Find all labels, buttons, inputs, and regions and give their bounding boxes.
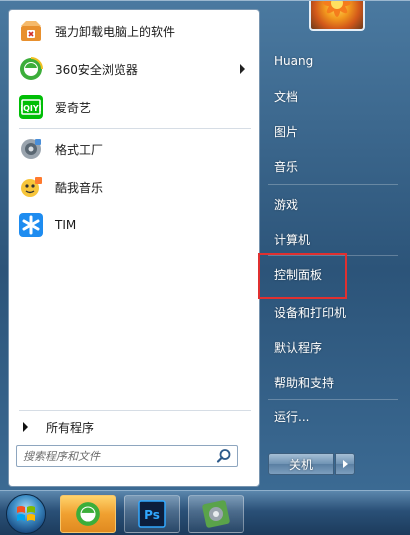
svg-text:iQIYI: iQIYI xyxy=(20,104,41,113)
program-item-uninstaller[interactable]: 强力卸载电脑上的软件 xyxy=(13,14,257,48)
right-item-pictures[interactable]: 图片 xyxy=(274,121,298,141)
arrow-right-icon xyxy=(342,460,348,468)
programs-panel: 强力卸载电脑上的软件 360安全浏览器 iQIYI 爱奇艺 格式工厂 酷我音乐 … xyxy=(8,9,260,487)
right-item-label: 默认程序 xyxy=(274,340,323,355)
program-label: 强力卸载电脑上的软件 xyxy=(55,24,176,39)
360-browser-icon xyxy=(76,502,100,526)
user-name-link[interactable]: Huang xyxy=(274,51,313,71)
separator xyxy=(268,184,398,185)
right-item-label: 帮助和支持 xyxy=(274,375,335,390)
right-item-games[interactable]: 游戏 xyxy=(274,194,298,214)
user-name: Huang xyxy=(274,54,314,68)
format-factory-icon xyxy=(17,135,45,163)
right-item-label: 计算机 xyxy=(274,232,311,247)
photoshop-label: Ps xyxy=(144,508,160,522)
highlight-annotation-box xyxy=(258,253,347,299)
search-icon[interactable] xyxy=(215,447,233,465)
taskbar-button-photoshop[interactable]: Ps xyxy=(124,495,180,533)
search-input[interactable] xyxy=(23,447,215,465)
taskbar: Ps xyxy=(0,490,410,535)
search-box[interactable] xyxy=(16,445,238,467)
start-menu: 强力卸载电脑上的软件 360安全浏览器 iQIYI 爱奇艺 格式工厂 酷我音乐 … xyxy=(0,0,410,490)
shutdown-options-button[interactable] xyxy=(335,453,355,475)
program-item-format-factory[interactable]: 格式工厂 xyxy=(13,132,257,166)
program-item-kuwo-music[interactable]: 酷我音乐 xyxy=(13,170,257,204)
right-item-label: 设备和打印机 xyxy=(274,305,347,320)
separator xyxy=(19,410,251,411)
right-item-run[interactable]: 运行... xyxy=(274,406,309,426)
taskbar-button-format-factory[interactable] xyxy=(188,495,244,533)
all-programs-button[interactable]: 所有程序 xyxy=(15,416,253,438)
right-item-label: 文档 xyxy=(274,89,299,104)
program-label: 酷我音乐 xyxy=(55,180,104,195)
program-label: 360安全浏览器 xyxy=(55,62,138,77)
program-item-360-browser[interactable]: 360安全浏览器 xyxy=(13,52,257,86)
program-label: TIM xyxy=(55,218,77,232)
right-item-music[interactable]: 音乐 xyxy=(274,156,298,176)
right-item-help-support[interactable]: 帮助和支持 xyxy=(274,372,334,392)
photoshop-icon: Ps xyxy=(138,500,166,528)
user-avatar[interactable] xyxy=(309,1,365,31)
program-item-iqiyi[interactable]: iQIYI 爱奇艺 xyxy=(13,90,257,124)
program-label: 爱奇艺 xyxy=(55,100,92,115)
iqiyi-icon: iQIYI xyxy=(17,93,45,121)
program-label: 格式工厂 xyxy=(55,142,104,157)
kuwo-music-icon xyxy=(17,173,45,201)
submenu-arrow-icon xyxy=(240,64,245,74)
360-browser-icon xyxy=(17,55,45,83)
format-factory-icon xyxy=(202,500,230,528)
start-button[interactable] xyxy=(6,494,46,534)
right-item-computer[interactable]: 计算机 xyxy=(274,229,310,249)
right-item-label: 图片 xyxy=(274,124,299,139)
separator xyxy=(19,128,251,129)
right-item-label: 音乐 xyxy=(274,159,299,174)
all-programs-label: 所有程序 xyxy=(46,420,95,435)
flower-picture-icon xyxy=(323,1,351,17)
windows-logo-icon xyxy=(17,506,35,521)
program-item-tim[interactable]: TIM xyxy=(13,208,257,242)
right-item-documents[interactable]: 文档 xyxy=(274,86,298,106)
uninstall-box-icon xyxy=(17,17,45,45)
right-item-devices-printers[interactable]: 设备和打印机 xyxy=(274,302,346,322)
shutdown-button[interactable]: 关机 xyxy=(268,453,334,475)
right-item-label: 游戏 xyxy=(274,197,299,212)
separator xyxy=(268,399,398,400)
right-item-default-programs[interactable]: 默认程序 xyxy=(274,337,322,357)
shutdown-group: 关机 xyxy=(268,453,355,475)
arrow-right-icon xyxy=(23,422,28,432)
taskbar-button-360-browser[interactable] xyxy=(60,495,116,533)
shutdown-label: 关机 xyxy=(288,457,313,472)
right-item-label: 运行... xyxy=(274,409,310,424)
tim-icon xyxy=(17,211,45,239)
